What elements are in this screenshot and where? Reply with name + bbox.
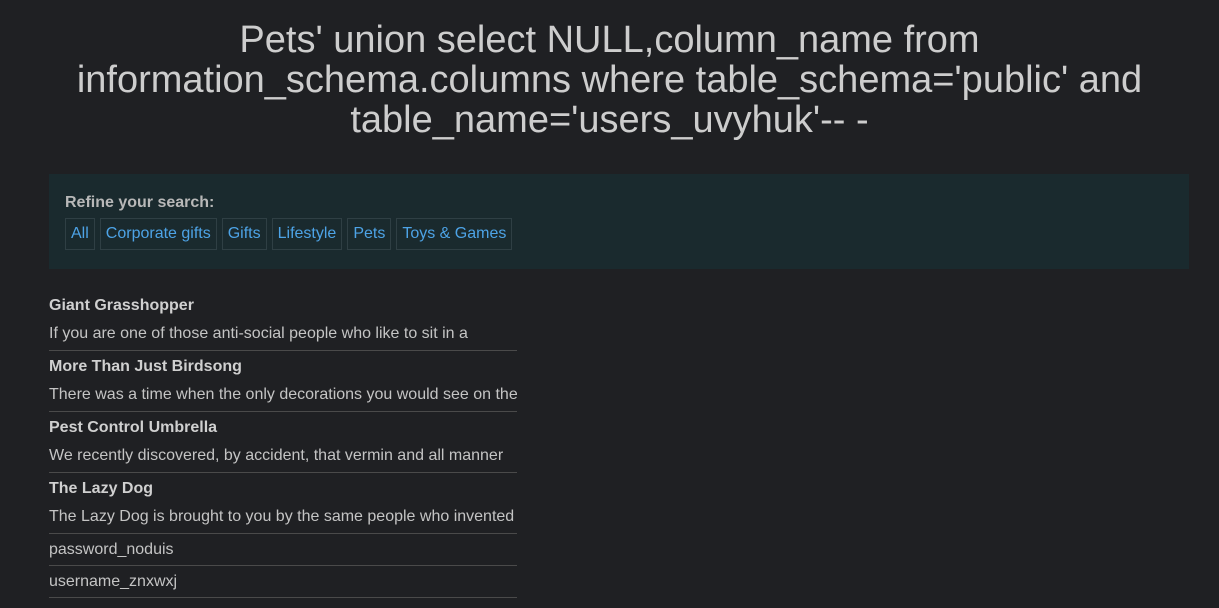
table-row: Pest Control Umbrella We recently discov… bbox=[49, 412, 517, 473]
result-title: The Lazy Dog bbox=[49, 480, 154, 497]
filter-panel: Refine your search: All Corporate gifts … bbox=[49, 174, 1189, 269]
filter-link-lifestyle[interactable]: Lifestyle bbox=[271, 218, 343, 250]
table-row: password_noduis bbox=[49, 534, 517, 566]
page-title: Pets' union select NULL,column_name from… bbox=[76, 19, 1143, 141]
result-description: If you are one of those anti-social peop… bbox=[49, 325, 468, 342]
result-description: We recently discovered, by accident, tha… bbox=[49, 447, 504, 464]
filter-links: All Corporate gifts Gifts Lifestyle Pets… bbox=[65, 218, 1173, 250]
result-title: More Than Just Birdsong bbox=[49, 358, 242, 375]
result-title: Pest Control Umbrella bbox=[49, 419, 218, 436]
table-row: The Lazy Dog The Lazy Dog is brought to … bbox=[49, 473, 517, 534]
table-row: Giant Grasshopper If you are one of thos… bbox=[49, 290, 517, 351]
filter-link-pets[interactable]: Pets bbox=[347, 218, 392, 250]
table-row: More Than Just Birdsong There was a time… bbox=[49, 351, 517, 412]
results-table: Giant Grasshopper If you are one of thos… bbox=[49, 290, 517, 598]
filter-link-corporate-gifts[interactable]: Corporate gifts bbox=[99, 218, 217, 250]
result-description: There was a time when the only decoratio… bbox=[49, 386, 517, 403]
filter-link-gifts[interactable]: Gifts bbox=[221, 218, 267, 250]
filter-heading: Refine your search: bbox=[65, 194, 215, 211]
result-title: Giant Grasshopper bbox=[49, 297, 194, 314]
filter-link-all[interactable]: All bbox=[65, 218, 95, 250]
table-row: username_znxwxj bbox=[49, 566, 517, 598]
filter-link-toys-games[interactable]: Toys & Games bbox=[396, 218, 513, 250]
result-description: The Lazy Dog is brought to you by the sa… bbox=[49, 508, 515, 525]
